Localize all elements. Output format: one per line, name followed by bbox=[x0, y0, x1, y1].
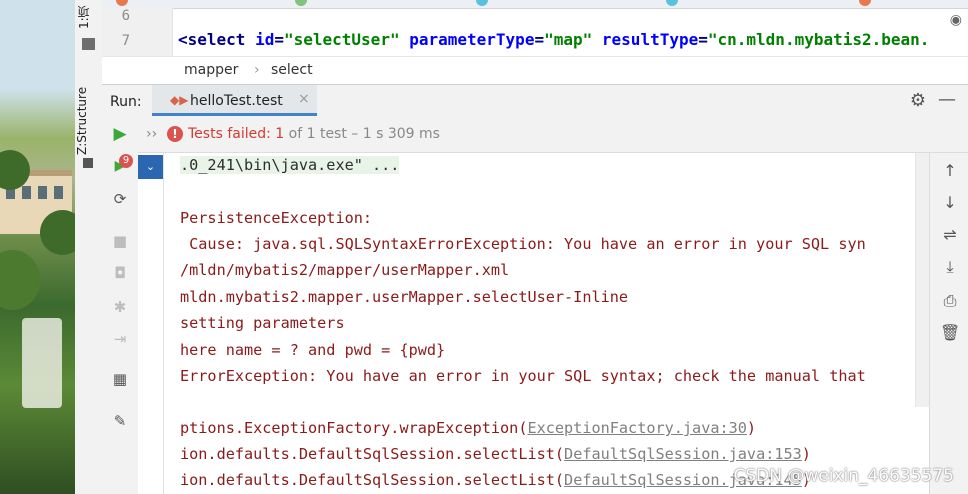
line-number-gutter: 6 7 bbox=[102, 8, 173, 56]
eye-icon[interactable]: ◉ bbox=[950, 12, 962, 28]
console-line: PersistenceException: bbox=[180, 209, 373, 227]
file-tab-icon[interactable] bbox=[859, 0, 871, 6]
console-line: ErrorException: You have an error in you… bbox=[180, 367, 866, 385]
background-photo bbox=[0, 0, 75, 494]
run-left-toolbar: ▶ ▶ 9 ⟳ ■ ◘ ✱ ⇥ ▦ ✎ bbox=[102, 118, 139, 494]
error-icon: ! bbox=[167, 126, 183, 142]
stop-icon[interactable]: ■ bbox=[111, 232, 129, 250]
trace-text: ) bbox=[746, 419, 757, 437]
test-result-summary: Tests failed: 1 of 1 test – 1 s 309 ms bbox=[188, 126, 440, 142]
status-prefix: Tests failed: bbox=[188, 126, 271, 142]
stack-trace-line: ptions.ExceptionFactory.wrapException(Ex… bbox=[180, 419, 756, 437]
source-link[interactable]: ExceptionFactory.java:30 bbox=[527, 419, 746, 437]
trace-text: ion.defaults.DefaultSqlSession.selectLis… bbox=[180, 471, 565, 489]
arrow-up-icon[interactable]: ↑ bbox=[940, 161, 960, 180]
run-label: Run: bbox=[110, 94, 142, 110]
structure-icon[interactable] bbox=[83, 158, 93, 168]
code-value: "cn.mldn.mybatis2.bean. bbox=[707, 30, 930, 49]
line-number: 7 bbox=[121, 33, 130, 49]
test-status-bar: ›› ! Tests failed: 1 of 1 test – 1 s 309… bbox=[138, 118, 968, 153]
code-tag: select bbox=[187, 30, 246, 49]
console-scrollbar[interactable] bbox=[915, 153, 930, 407]
scroll-to-end-icon[interactable]: ⤓ bbox=[940, 257, 960, 277]
gear-icon[interactable]: ⚙ bbox=[910, 90, 926, 111]
structure-tool-label[interactable]: Z:Structure bbox=[75, 76, 102, 166]
test-config-icon: ◆▶ bbox=[170, 93, 189, 107]
chevron-icon[interactable]: ›› bbox=[146, 126, 157, 142]
editor-tab-bar bbox=[102, 0, 968, 9]
photo-tree bbox=[40, 210, 75, 255]
console-right-toolbar: ↑ ↓ ⇌ ⤓ ⎙ 🗑 bbox=[929, 153, 968, 494]
toggle-autotest-icon[interactable]: ⟳ bbox=[111, 190, 129, 208]
code-editor[interactable]: 6 7 <select id="selectUser" parameterTyp… bbox=[102, 0, 968, 84]
run-tab-label: helloTest.test bbox=[190, 93, 283, 109]
status-of-text: of 1 test bbox=[288, 126, 347, 142]
test-tree[interactable]: ⌄ bbox=[138, 153, 164, 494]
console-line: mldn.mybatis2.mapper.userMapper.selectUs… bbox=[180, 288, 629, 306]
print-icon[interactable]: ⎙ bbox=[940, 291, 960, 311]
code-value: "selectUser" bbox=[283, 30, 400, 49]
photo-tree bbox=[0, 250, 40, 310]
arrow-down-icon[interactable]: ↓ bbox=[940, 193, 960, 212]
code-attr: id bbox=[255, 30, 275, 49]
breadcrumb-separator: › bbox=[254, 62, 260, 78]
console-line: here name = ? and pwd = {pwd} bbox=[180, 341, 446, 359]
code-value: "map" bbox=[544, 30, 593, 49]
console-output[interactable]: .0_241\bin\java.exe" ... PersistenceExce… bbox=[164, 153, 929, 494]
code-line[interactable]: <select id="selectUser" parameterType="m… bbox=[178, 30, 929, 49]
file-tab-icon[interactable] bbox=[295, 0, 307, 6]
breadcrumb-item-mapper[interactable]: mapper bbox=[184, 62, 238, 78]
code-attr: parameterType bbox=[409, 30, 535, 49]
exit-icon[interactable]: ⇥ bbox=[111, 330, 129, 348]
project-tool-label[interactable]: 1:项 bbox=[75, 2, 102, 32]
rerun-failed-icon[interactable]: ▶ 9 bbox=[111, 154, 133, 174]
stack-trace-line: ion.defaults.DefaultSqlSession.selectLis… bbox=[180, 471, 811, 489]
run-tool-header: Run: ◆▶ helloTest.test × ⚙ — bbox=[102, 84, 968, 119]
folder-icon[interactable] bbox=[82, 38, 95, 50]
console-line: setting parameters bbox=[180, 314, 345, 332]
watermark: CSDN @weixin_46635575 bbox=[733, 466, 954, 486]
line-number: 6 bbox=[121, 8, 130, 24]
status-count: 1 bbox=[275, 126, 285, 142]
run-tab-hellotest[interactable]: ◆▶ helloTest.test × bbox=[152, 85, 317, 116]
breadcrumb: mapper › select bbox=[102, 56, 968, 84]
file-tab-icon[interactable] bbox=[476, 0, 488, 6]
camera-icon[interactable]: ◘ bbox=[111, 264, 129, 282]
minimize-icon[interactable]: — bbox=[938, 89, 956, 110]
pin-icon[interactable]: ✎ bbox=[111, 412, 129, 430]
soft-wrap-icon[interactable]: ⇌ bbox=[940, 225, 960, 244]
tree-selected-node[interactable]: ⌄ bbox=[138, 155, 163, 179]
failed-count-badge: 9 bbox=[119, 154, 133, 168]
close-icon[interactable]: × bbox=[298, 91, 310, 107]
breadcrumb-item-select[interactable]: select bbox=[271, 62, 313, 78]
trace-text: ptions.ExceptionFactory.wrapException( bbox=[180, 419, 528, 437]
layout-icon[interactable]: ▦ bbox=[111, 370, 129, 388]
file-tab-icon[interactable] bbox=[666, 0, 678, 6]
code-attr: resultType bbox=[601, 30, 699, 49]
code-bracket: < bbox=[178, 30, 188, 49]
stack-trace-line: ion.defaults.DefaultSqlSession.selectLis… bbox=[180, 445, 811, 463]
console-line: /mldn/mybatis2/mapper/userMapper.xml bbox=[180, 261, 510, 279]
photo-object bbox=[22, 318, 62, 408]
trace-text: ) bbox=[801, 445, 811, 463]
debug-icon[interactable]: ✱ bbox=[111, 298, 129, 316]
trash-icon[interactable]: 🗑 bbox=[940, 323, 960, 342]
console-line: Cause: java.sql.SQLSyntaxErrorException:… bbox=[180, 235, 866, 253]
trace-text: ion.defaults.DefaultSqlSession.selectLis… bbox=[180, 445, 565, 463]
rerun-icon[interactable]: ▶ bbox=[111, 124, 129, 144]
tool-window-strip: 1:项 Z:Structure bbox=[75, 0, 103, 494]
source-link[interactable]: DefaultSqlSession.java:153 bbox=[564, 445, 802, 463]
console-line: .0_241\bin\java.exe" ... bbox=[180, 156, 400, 174]
status-duration: – 1 s 309 ms bbox=[351, 126, 440, 142]
file-tab-icon[interactable] bbox=[116, 0, 128, 6]
